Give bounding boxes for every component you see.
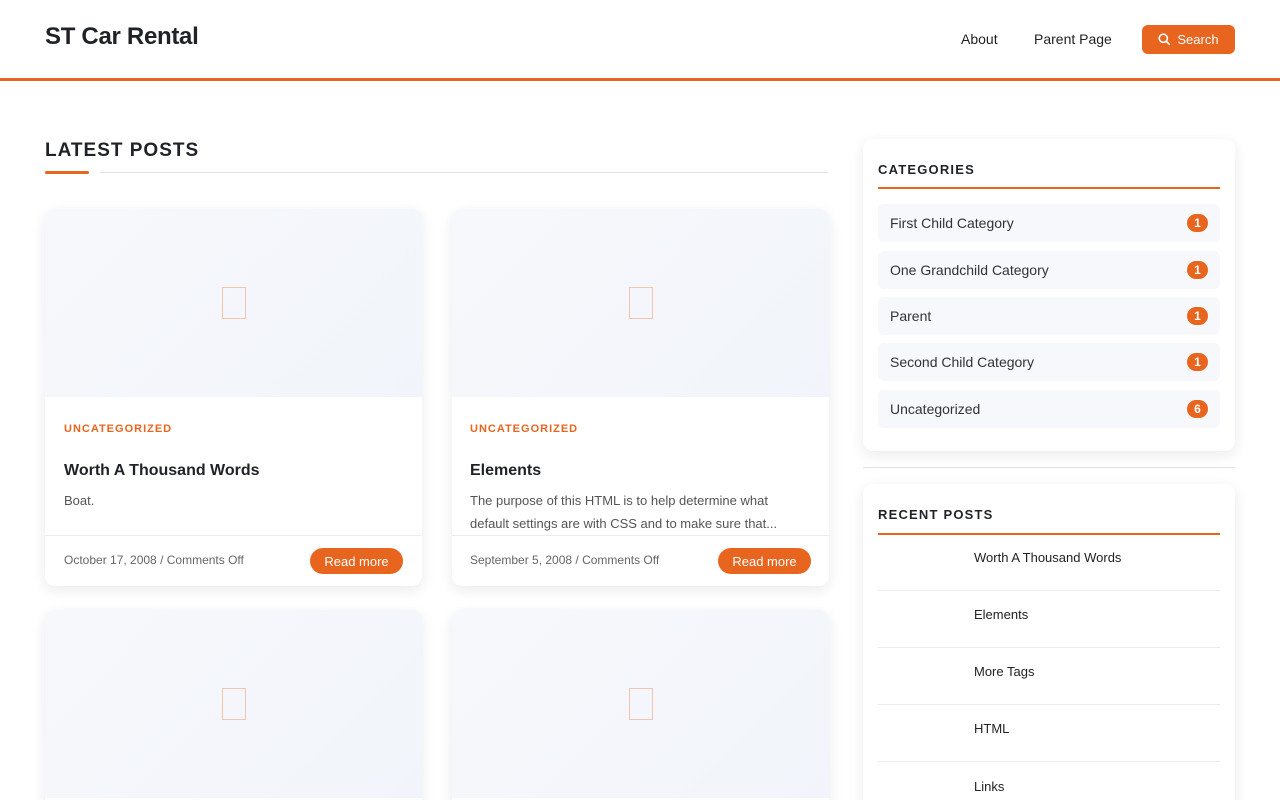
post-excerpt: The purpose of this HTML is to help dete…: [470, 493, 778, 531]
recent-post-link[interactable]: More Tags: [974, 664, 1034, 679]
sidebar-divider: [863, 467, 1235, 468]
widget-title: RECENT POSTS: [878, 507, 994, 522]
title-accent-bar: [45, 171, 89, 174]
section-title: LATEST POSTS: [45, 140, 200, 161]
category-label: Second Child Category: [890, 354, 1034, 370]
category-label: One Grandchild Category: [890, 262, 1049, 278]
post-footer: September 5, 2008 / Comments Off Read mo…: [452, 535, 829, 586]
category-count-badge: 1: [1187, 307, 1208, 325]
category-count-badge: 6: [1187, 400, 1208, 418]
search-button-label: Search: [1177, 32, 1219, 47]
post-footer: October 17, 2008 / Comments Off Read mor…: [45, 535, 422, 586]
post-title[interactable]: Elements: [470, 462, 541, 480]
post-thumbnail[interactable]: [45, 610, 422, 798]
site-header: ST Car Rental About Parent Page Search: [0, 0, 1280, 81]
post-category[interactable]: UNCATEGORIZED: [64, 423, 172, 435]
title-divider: [100, 172, 828, 173]
image-placeholder-icon: [221, 688, 246, 720]
category-count-badge: 1: [1187, 261, 1208, 279]
post-meta: September 5, 2008 / Comments Off: [470, 553, 660, 567]
category-item[interactable]: Second Child Category 1: [878, 343, 1220, 381]
post-meta: October 17, 2008 / Comments Off: [64, 553, 244, 567]
recent-post-item[interactable]: Worth A Thousand Words: [878, 534, 1220, 591]
category-item[interactable]: First Child Category 1: [878, 204, 1220, 242]
nav-link-parent-page[interactable]: Parent Page: [1034, 31, 1112, 47]
post-thumbnail[interactable]: [452, 610, 829, 798]
post-card: [45, 610, 422, 800]
post-card: UNCATEGORIZED Worth A Thousand Words Boa…: [45, 209, 422, 586]
post-thumbnail[interactable]: [452, 209, 829, 397]
recent-post-link[interactable]: Worth A Thousand Words: [974, 550, 1121, 565]
search-icon: [1158, 33, 1171, 46]
site-title[interactable]: ST Car Rental: [45, 23, 199, 51]
category-item[interactable]: One Grandchild Category 1: [878, 251, 1220, 289]
image-placeholder-icon: [628, 287, 653, 319]
image-placeholder-icon: [221, 287, 246, 319]
post-title[interactable]: Worth A Thousand Words: [64, 462, 260, 480]
post-card: [452, 610, 829, 800]
recent-post-link[interactable]: Elements: [974, 607, 1028, 622]
categories-widget: CATEGORIES First Child Category 1 One Gr…: [863, 139, 1235, 451]
widget-title-underline: [878, 187, 1220, 189]
search-button[interactable]: Search: [1142, 25, 1235, 54]
post-category[interactable]: UNCATEGORIZED: [470, 423, 578, 435]
recent-post-link[interactable]: HTML: [974, 721, 1009, 736]
category-label: Parent: [890, 308, 932, 324]
read-more-button[interactable]: Read more: [310, 548, 403, 574]
category-count-badge: 1: [1187, 214, 1208, 232]
nav-link-about[interactable]: About: [961, 31, 998, 47]
widget-title: CATEGORIES: [878, 162, 975, 177]
post-card: UNCATEGORIZED Elements The purpose of th…: [452, 209, 829, 586]
recent-post-item[interactable]: Links: [878, 763, 1220, 800]
category-item[interactable]: Uncategorized 6: [878, 390, 1220, 428]
recent-post-item[interactable]: HTML: [878, 705, 1220, 762]
read-more-button[interactable]: Read more: [718, 548, 811, 574]
category-item[interactable]: Parent 1: [878, 297, 1220, 335]
category-label: First Child Category: [890, 215, 1014, 231]
post-excerpt: Boat.: [64, 493, 95, 508]
category-label: Uncategorized: [890, 401, 981, 417]
recent-post-link[interactable]: Links: [974, 779, 1004, 794]
post-thumbnail[interactable]: [45, 209, 422, 397]
recent-post-item[interactable]: More Tags: [878, 648, 1220, 705]
recent-posts-widget: RECENT POSTS Worth A Thousand Words Elem…: [863, 484, 1235, 800]
image-placeholder-icon: [628, 688, 653, 720]
category-count-badge: 1: [1187, 353, 1208, 371]
recent-post-item[interactable]: Elements: [878, 591, 1220, 648]
